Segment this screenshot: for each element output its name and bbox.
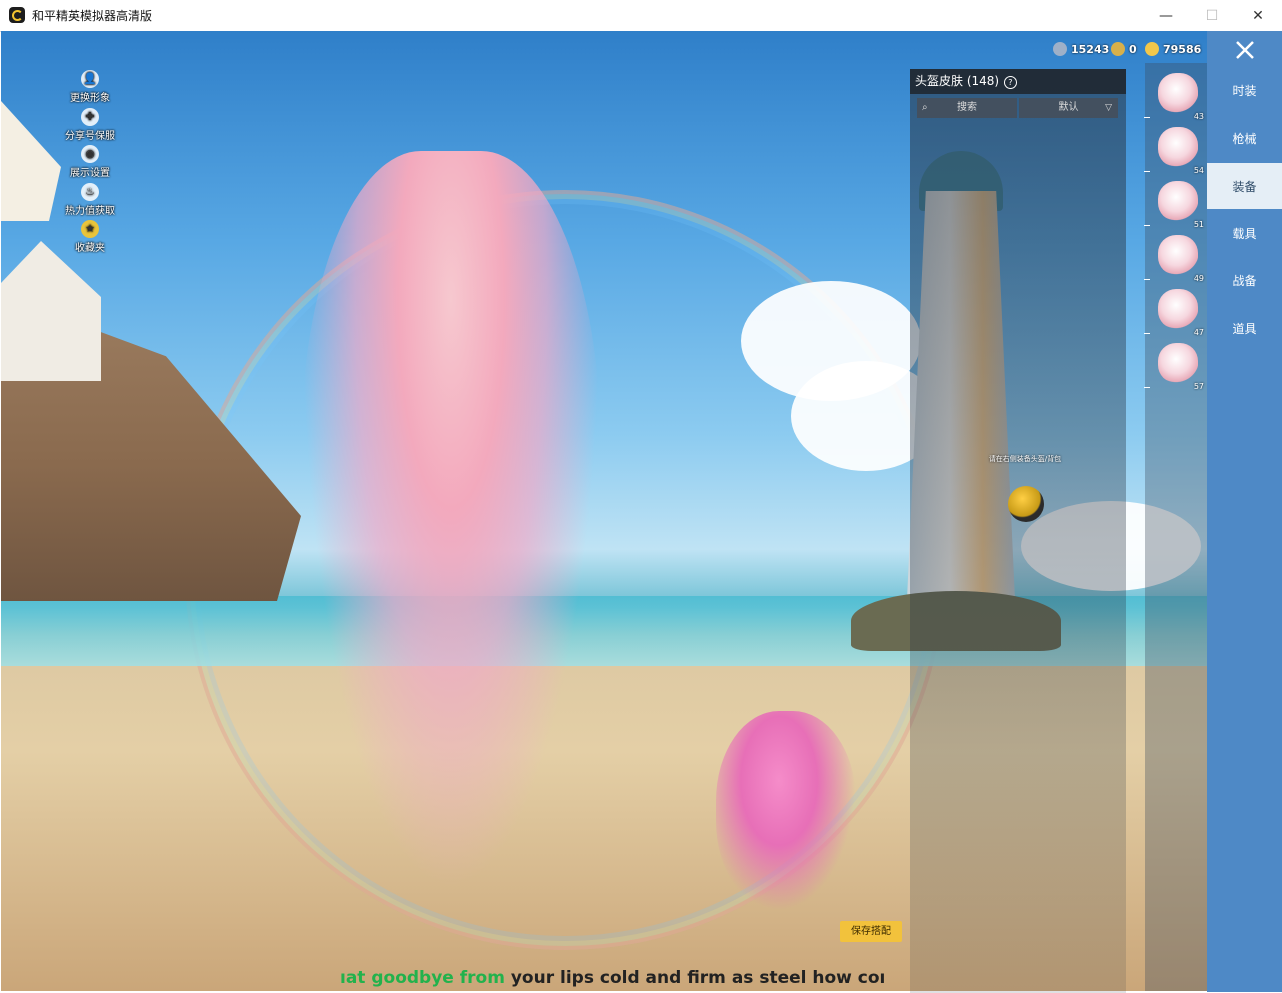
gold-token-balance: 0 [1111, 41, 1137, 57]
heat-value-button[interactable]: ♨ 热力值获取 [60, 183, 120, 217]
title-bar: 和平精英模拟器高清版 — ☐ ✕ [0, 0, 1282, 32]
flame-icon: ♨ [81, 183, 99, 201]
panel-header: 头盔皮肤 (148) ? [910, 69, 1126, 94]
chevron-down-icon: ▽ [1105, 103, 1112, 113]
skin-item[interactable]: 51 [1144, 177, 1206, 231]
tab-fashion[interactable]: 时装 [1207, 67, 1282, 113]
change-avatar-button[interactable]: 👤 更换形象 [60, 70, 120, 104]
divider [1144, 171, 1150, 172]
item-count: 47 [1193, 328, 1204, 337]
tab-combat-gear[interactable]: 战备 [1207, 257, 1282, 303]
divider [1144, 117, 1150, 118]
favorites-button[interactable]: ★ 收藏夹 [60, 220, 120, 254]
search-icon: ⌕ [922, 102, 928, 113]
person-icon: 👤 [81, 70, 99, 88]
backpack-skin-thumbnail [1158, 289, 1198, 329]
helmet-skin-thumbnail [1158, 181, 1198, 221]
divider [1144, 387, 1150, 388]
bookmark-icon: ★ [81, 220, 99, 238]
minimize-button[interactable]: — [1143, 0, 1189, 31]
ship-cabin [1, 241, 101, 381]
window-title: 和平精英模拟器高清版 [32, 9, 153, 23]
skin-item[interactable]: 54 [1144, 123, 1206, 177]
lyrics-subtitle: ıat goodbye from your lips cold and firm… [340, 968, 890, 990]
close-window-button[interactable]: ✕ [1235, 0, 1281, 31]
tab-equipment[interactable]: 装备 [1207, 163, 1282, 209]
item-count: 51 [1193, 220, 1204, 229]
coupon-icon [1053, 42, 1067, 56]
token-icon [1111, 42, 1125, 56]
skin-item[interactable]: 57 [1144, 339, 1206, 393]
subtitle-rest: your lips cold and firm as steel how coı [504, 968, 886, 988]
coupon-balance: 15243 [1053, 41, 1109, 57]
share-icon: ✚ [81, 108, 99, 126]
eye-icon: ◉ [81, 145, 99, 163]
skin-item[interactable]: 47 [1144, 285, 1206, 339]
sort-dropdown[interactable]: 默认 ▽ [1019, 98, 1118, 118]
search-input[interactable]: ⌕ 搜索 [917, 98, 1017, 118]
tab-weapons[interactable]: 枪械 [1207, 115, 1282, 161]
save-outfit-button[interactable]: 保存搭配 [840, 921, 902, 942]
divider [1144, 279, 1150, 280]
skin-item[interactable]: 43 [1144, 69, 1206, 123]
app-icon [9, 7, 25, 23]
ship-sail [1, 101, 61, 221]
backpack-skin-thumbnail [1158, 235, 1198, 275]
player-character [301, 151, 601, 891]
divider [1144, 225, 1150, 226]
display-settings-button[interactable]: ◉ 展示设置 [60, 145, 120, 179]
helmet-skin-thumbnail [1158, 127, 1198, 167]
item-count: 54 [1193, 166, 1204, 175]
close-panel-button[interactable] [1207, 31, 1282, 69]
helmet-skin-thumbnail [1158, 73, 1198, 113]
coin-balance: 79586 [1145, 41, 1201, 57]
equip-hint: 请在右侧装备头盔/背包 [988, 455, 1062, 463]
close-icon [1235, 41, 1254, 59]
maximize-button[interactable]: ☐ [1189, 0, 1235, 31]
item-count: 57 [1193, 382, 1204, 391]
helmet-preview[interactable] [1008, 486, 1044, 522]
pink-pony-pet [716, 711, 856, 911]
help-icon[interactable]: ? [1003, 76, 1017, 89]
skin-item[interactable]: 49 [1144, 231, 1206, 285]
divider [1144, 333, 1150, 334]
item-count: 49 [1193, 274, 1204, 283]
tab-vehicles[interactable]: 载具 [1207, 210, 1282, 256]
helmet-skin-panel [910, 69, 1126, 993]
coin-icon [1145, 42, 1159, 56]
subtitle-highlight: ıat goodbye from [340, 968, 505, 988]
item-count: 43 [1193, 112, 1204, 121]
panel-title: 头盔皮肤 (148) [915, 74, 1000, 88]
tab-items[interactable]: 道具 [1207, 305, 1282, 351]
backpack-skin-thumbnail [1158, 343, 1198, 383]
share-button[interactable]: ✚ 分享号保服 [60, 108, 120, 142]
